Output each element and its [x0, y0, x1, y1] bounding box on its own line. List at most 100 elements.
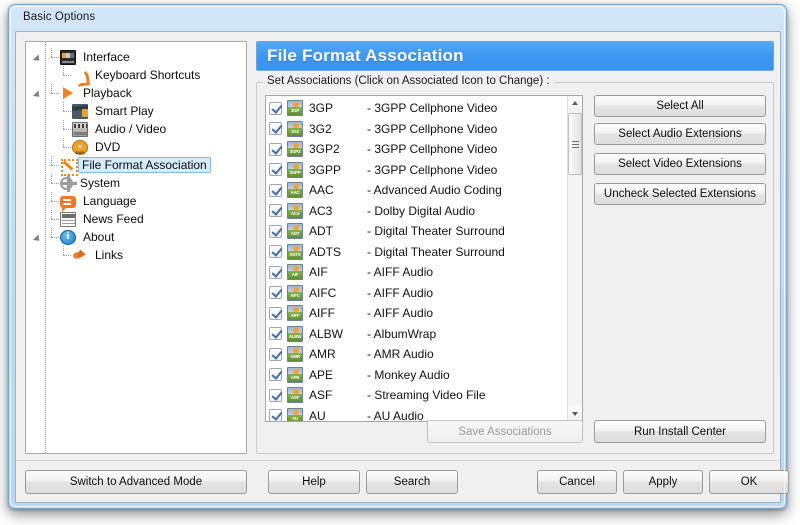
extension-checkbox[interactable]: [269, 347, 282, 361]
sidebar-item-dvd[interactable]: DVD: [26, 138, 246, 156]
extension-checkbox[interactable]: [269, 245, 282, 259]
sidebar-item-label: File Format Association: [78, 157, 211, 173]
extension-name: ALBW: [309, 326, 344, 341]
file-icon-extension-label: AU: [288, 414, 302, 421]
file-type-icon[interactable]: AMR: [287, 346, 303, 363]
sidebar-item-label: Audio / Video: [95, 122, 167, 136]
file-type-icon[interactable]: AIF: [287, 264, 303, 281]
file-type-icon[interactable]: AC3: [287, 202, 303, 219]
apply-button[interactable]: Apply: [623, 470, 703, 494]
sidebar-item-playback[interactable]: Playback: [26, 84, 246, 102]
extension-checkbox[interactable]: [269, 183, 282, 197]
tree-connector: [46, 192, 60, 210]
extension-row[interactable]: APE APE - Monkey Audio: [269, 365, 568, 386]
search-button[interactable]: Search: [366, 470, 458, 494]
file-type-icon[interactable]: AU: [287, 407, 303, 421]
file-type-icon[interactable]: ASF: [287, 387, 303, 404]
extension-row[interactable]: ASF ASF - Streaming Video File: [269, 385, 568, 406]
extension-name: ADT: [309, 224, 333, 239]
extension-checkbox[interactable]: [269, 163, 282, 177]
file-type-icon[interactable]: 3G2: [287, 120, 303, 137]
file-type-icon[interactable]: ADT: [287, 223, 303, 240]
extension-row[interactable]: ADTS ADTS - Digital Theater Surround: [269, 242, 568, 263]
select-audio-extensions-button[interactable]: Select Audio Extensions: [594, 123, 766, 145]
file-type-icon[interactable]: 3GP2: [287, 141, 303, 158]
extension-row[interactable]: AAC AAC - Advanced Audio Coding: [269, 180, 568, 201]
extensions-scrollbar[interactable]: [567, 96, 582, 421]
extensions-list[interactable]: 3GP 3GP - 3GPP Cellphone Video 3G2 3G2 - 3GPP…: [265, 95, 583, 422]
select-video-extensions-button[interactable]: Select Video Extensions: [594, 153, 766, 175]
file-type-icon[interactable]: ADTS: [287, 243, 303, 260]
sidebar-item-links[interactable]: Links: [26, 246, 246, 264]
ok-button[interactable]: OK: [709, 470, 789, 494]
expander-triangle-icon[interactable]: [34, 232, 45, 243]
extension-row[interactable]: AIFC AIFC - AIFF Audio: [269, 283, 568, 304]
extension-row[interactable]: 3GP 3GP - 3GPP Cellphone Video: [269, 98, 568, 119]
extension-checkbox[interactable]: [269, 306, 282, 320]
file-type-icon[interactable]: AIFF: [287, 305, 303, 322]
extension-checkbox[interactable]: [269, 286, 282, 300]
scroll-up-icon[interactable]: [568, 96, 582, 111]
scroll-down-icon[interactable]: [568, 406, 582, 421]
sidebar-item-label: Interface: [83, 50, 130, 64]
file-type-icon[interactable]: 3GP: [287, 100, 303, 117]
extension-row[interactable]: ADT ADT - Digital Theater Surround: [269, 221, 568, 242]
cancel-button[interactable]: Cancel: [537, 470, 617, 494]
sidebar-item-about[interactable]: About: [26, 228, 246, 246]
run-install-center-button[interactable]: Run Install Center: [594, 420, 766, 443]
associations-group: Set Associations (Click on Associated Ic…: [256, 75, 774, 454]
extension-checkbox[interactable]: [269, 101, 282, 115]
sidebar-item-system[interactable]: System: [26, 174, 246, 192]
file-type-icon[interactable]: AIFC: [287, 284, 303, 301]
sidebar-item-file-format-association[interactable]: File Format Association: [26, 156, 246, 176]
extension-row[interactable]: AIFF AIFF - AIFF Audio: [269, 303, 568, 324]
extension-row[interactable]: AC3 AC3 - Dolby Digital Audio: [269, 201, 568, 222]
extension-checkbox[interactable]: [269, 388, 282, 402]
extension-row[interactable]: 3GP2 3GP2 - 3GPP Cellphone Video: [269, 139, 568, 160]
switch-to-advanced-mode-button[interactable]: Switch to Advanced Mode: [25, 470, 247, 494]
tree-connector: [58, 246, 72, 264]
uncheck-selected-extensions-button[interactable]: Uncheck Selected Extensions: [594, 183, 766, 205]
help-button[interactable]: Help: [268, 470, 360, 494]
extension-name: AIFC: [309, 285, 337, 300]
extension-name: APE: [309, 367, 334, 382]
extension-row[interactable]: AIF AIF - AIFF Audio: [269, 262, 568, 283]
sidebar-item-interface[interactable]: Interface: [26, 48, 246, 66]
associations-legend: Set Associations (Click on Associated Ic…: [263, 75, 554, 87]
scrollbar-thumb[interactable]: [568, 113, 582, 175]
extension-checkbox[interactable]: [269, 224, 282, 238]
file-type-icon[interactable]: APE: [287, 366, 303, 383]
sidebar-item-keyboard-shortcuts[interactable]: Keyboard Shortcuts: [26, 66, 246, 84]
expander-triangle-icon[interactable]: [34, 88, 45, 99]
extension-checkbox[interactable]: [269, 142, 282, 156]
file-type-icon[interactable]: ALBW: [287, 325, 303, 342]
extension-checkbox[interactable]: [269, 204, 282, 218]
sidebar-item-news-feed[interactable]: News Feed: [26, 210, 246, 228]
extension-name: AU: [309, 408, 326, 422]
extension-checkbox[interactable]: [269, 122, 282, 136]
extension-row[interactable]: AMR AMR - AMR Audio: [269, 344, 568, 365]
sidebar-item-smart-play[interactable]: Smart Play: [26, 102, 246, 120]
sidebar-item-language[interactable]: Language: [26, 192, 246, 212]
file-icon-extension-label: AIF: [288, 271, 302, 280]
sidebar-item-audio-video[interactable]: Audio / Video: [26, 120, 246, 138]
extension-row[interactable]: ALBW ALBW - AlbumWrap: [269, 324, 568, 345]
extension-checkbox[interactable]: [269, 265, 282, 279]
save-associations-button: Save Associations: [427, 420, 583, 443]
select-all-button[interactable]: Select All: [594, 95, 766, 117]
file-format-icon: [60, 158, 78, 176]
extension-description: - Dolby Digital Audio: [367, 203, 476, 218]
file-type-icon[interactable]: AAC: [287, 182, 303, 199]
settings-tree[interactable]: Interface Keyboard Shortcuts Playback Smart…: [25, 41, 247, 454]
extension-row[interactable]: 3G2 3G2 - 3GPP Cellphone Video: [269, 119, 568, 140]
file-type-icon[interactable]: 3GPP: [287, 161, 303, 178]
extension-checkbox[interactable]: [269, 368, 282, 382]
extension-checkbox[interactable]: [269, 409, 282, 421]
file-icon-extension-label: ALBW: [288, 332, 302, 341]
dvd-icon: [72, 139, 88, 155]
extension-checkbox[interactable]: [269, 327, 282, 341]
extension-row[interactable]: 3GPP 3GPP - 3GPP Cellphone Video: [269, 160, 568, 181]
extension-description: - AIFF Audio: [367, 265, 434, 280]
expander-triangle-icon[interactable]: [34, 52, 45, 63]
